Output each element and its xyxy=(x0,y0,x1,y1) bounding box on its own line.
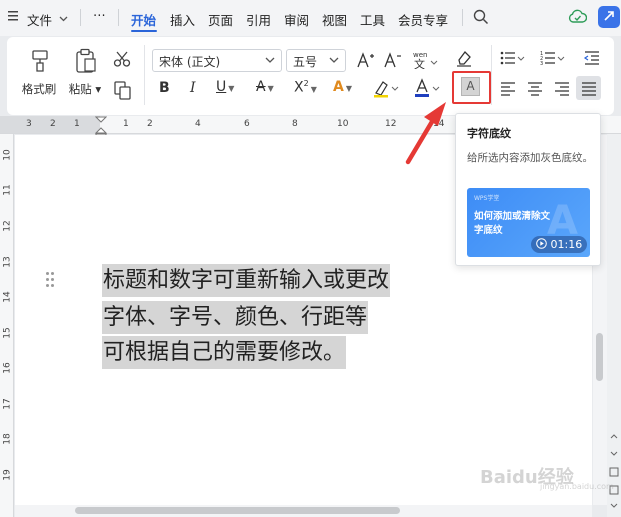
tab-references[interactable]: 引用 xyxy=(246,10,271,29)
menu-separator xyxy=(80,9,81,26)
ruler-tick: 15 xyxy=(2,327,13,339)
panel-icons[interactable] xyxy=(609,434,619,514)
video-duration: 01:16 xyxy=(550,238,583,251)
watermark-subtext: jingyan.baidu.com xyxy=(540,482,614,491)
active-tab-indicator xyxy=(131,30,157,32)
copy-icon[interactable] xyxy=(113,80,133,104)
video-duration-badge[interactable]: 01:16 xyxy=(531,236,588,253)
ruler-tick: 2 xyxy=(50,119,56,129)
tab-member[interactable]: 会员专享 xyxy=(398,10,448,29)
ruler-tick: 6 xyxy=(244,119,250,129)
cut-icon[interactable] xyxy=(113,50,131,72)
ruler-tick: 19 xyxy=(2,469,13,481)
character-shading-tooltip: 字符底纹 给所选内容添加灰色底纹。 WPS学堂 A 如何添加或清除文字底纹 01… xyxy=(455,113,601,266)
font-color-icon[interactable] xyxy=(414,78,442,102)
ruler-tick: 10 xyxy=(337,119,349,129)
chevron-down-icon[interactable] xyxy=(59,12,68,26)
ruler-tick: 2 xyxy=(147,119,153,129)
side-panel-strip xyxy=(607,134,621,517)
document-text-line[interactable]: 标题和数字可重新输入或更改 xyxy=(102,264,391,297)
superscript-icon[interactable]: X2▼ xyxy=(294,79,317,96)
format-painter-label: 格式刷 xyxy=(21,82,57,96)
tab-view[interactable]: 视图 xyxy=(322,10,347,29)
ruler-tick: 1 xyxy=(74,119,80,129)
search-icon[interactable] xyxy=(473,9,489,28)
play-icon xyxy=(536,238,547,249)
tooltip-title: 字符底纹 xyxy=(467,127,511,140)
font-size-value: 五号 xyxy=(293,55,318,69)
ruler-tick: 11 xyxy=(2,184,13,196)
tab-home[interactable]: 开始 xyxy=(131,10,156,29)
ruler-tick: 18 xyxy=(2,433,13,445)
grow-font-icon[interactable] xyxy=(357,51,375,73)
font-name-select[interactable]: 宋体 (正文) xyxy=(152,49,282,72)
font-name-value: 宋体 (正文) xyxy=(159,55,221,69)
bullet-list-icon[interactable] xyxy=(500,50,526,70)
hamburger-icon[interactable] xyxy=(8,9,20,26)
video-title: 如何添加或清除文字底纹 xyxy=(474,211,551,236)
font-size-select[interactable]: 五号 xyxy=(286,49,346,72)
text-effect-icon[interactable]: A ▼ xyxy=(333,79,352,95)
ribbon-separator xyxy=(144,45,145,105)
ruler-tick: 12 xyxy=(2,220,13,232)
vertical-ruler: 10 11 12 13 14 15 16 17 18 19 xyxy=(0,134,14,517)
tooltip-description: 给所选内容添加灰色底纹。 xyxy=(467,152,593,164)
chevron-down-icon xyxy=(329,53,339,70)
paste-label: 粘贴 ▾ xyxy=(68,82,102,96)
tab-insert[interactable]: 插入 xyxy=(170,10,195,29)
menu-separator xyxy=(118,9,119,26)
ruler-tick: 4 xyxy=(195,119,201,129)
align-center-icon[interactable] xyxy=(527,82,543,100)
ruler-tick: 17 xyxy=(2,398,13,410)
ruler-tick: 14 xyxy=(433,119,445,129)
tab-review[interactable]: 审阅 xyxy=(284,10,309,29)
phonetic-guide-icon[interactable]: wen 文 xyxy=(412,49,440,73)
share-icon[interactable] xyxy=(598,6,620,31)
clear-format-icon[interactable] xyxy=(455,49,473,71)
justify-icon xyxy=(581,82,597,100)
document-text-line[interactable]: 字体、字号、颜色、行距等 xyxy=(102,301,369,334)
italic-icon[interactable]: I xyxy=(190,80,196,96)
video-brand: WPS学堂 xyxy=(474,195,500,202)
tutorial-video-card[interactable]: WPS学堂 A 如何添加或清除文字底纹 01:16 xyxy=(467,188,590,257)
decrease-indent-icon[interactable] xyxy=(583,50,601,70)
horizontal-scroll-thumb[interactable] xyxy=(75,507,400,514)
menu-separator xyxy=(462,9,463,26)
character-shading-button[interactable]: A xyxy=(461,77,480,96)
ruler-tick: 10 xyxy=(2,149,13,161)
baidu-watermark: Baidu经验 jingyan.baidu.com xyxy=(480,463,614,491)
ruler-tick: 8 xyxy=(292,119,298,129)
align-right-icon[interactable] xyxy=(554,82,570,100)
ruler-tick: 13 xyxy=(2,256,13,268)
menu-bar: 文件 ⋯ 开始 插入 页面 引用 审阅 视图 工具 会员专享 xyxy=(0,0,621,36)
tab-tools[interactable]: 工具 xyxy=(360,10,385,29)
ruler-tick: 12 xyxy=(385,119,397,129)
ruler-tick: 1 xyxy=(123,119,129,129)
ruler-tick: 16 xyxy=(2,362,13,374)
underline-icon[interactable]: U ▼ xyxy=(216,79,234,95)
tab-page[interactable]: 页面 xyxy=(208,10,233,29)
numbered-list-icon[interactable]: 123 xyxy=(540,50,566,70)
svg-text:文: 文 xyxy=(414,57,425,69)
ribbon-separator xyxy=(491,45,492,105)
shrink-font-icon[interactable] xyxy=(384,51,402,73)
chevron-down-icon xyxy=(265,53,275,70)
align-left-icon[interactable] xyxy=(500,82,516,100)
bold-icon[interactable]: B xyxy=(159,80,170,96)
format-painter-icon xyxy=(30,49,50,76)
vertical-scroll-thumb[interactable] xyxy=(596,333,603,381)
document-text-line[interactable]: 可根据自己的需要修改。 xyxy=(102,336,347,369)
ribbon-toolbar: 格式刷 粘贴 ▾ 宋体 (正文) 五号 wen 文 B I U ▼ A ▼ X2▼ xyxy=(7,37,614,115)
ruler-tick: 14 xyxy=(2,291,13,303)
svg-text:3: 3 xyxy=(540,61,543,66)
ruler-tick: 3 xyxy=(26,119,32,129)
paste-icon xyxy=(75,48,97,77)
strikethrough-icon[interactable]: A ▼ xyxy=(256,79,274,95)
highlighter-icon[interactable] xyxy=(373,78,401,102)
drag-handle-icon[interactable] xyxy=(46,272,54,288)
menu-more[interactable]: ⋯ xyxy=(93,7,106,22)
menu-file[interactable]: 文件 xyxy=(27,10,52,29)
cloud-sync-icon[interactable] xyxy=(568,9,588,28)
